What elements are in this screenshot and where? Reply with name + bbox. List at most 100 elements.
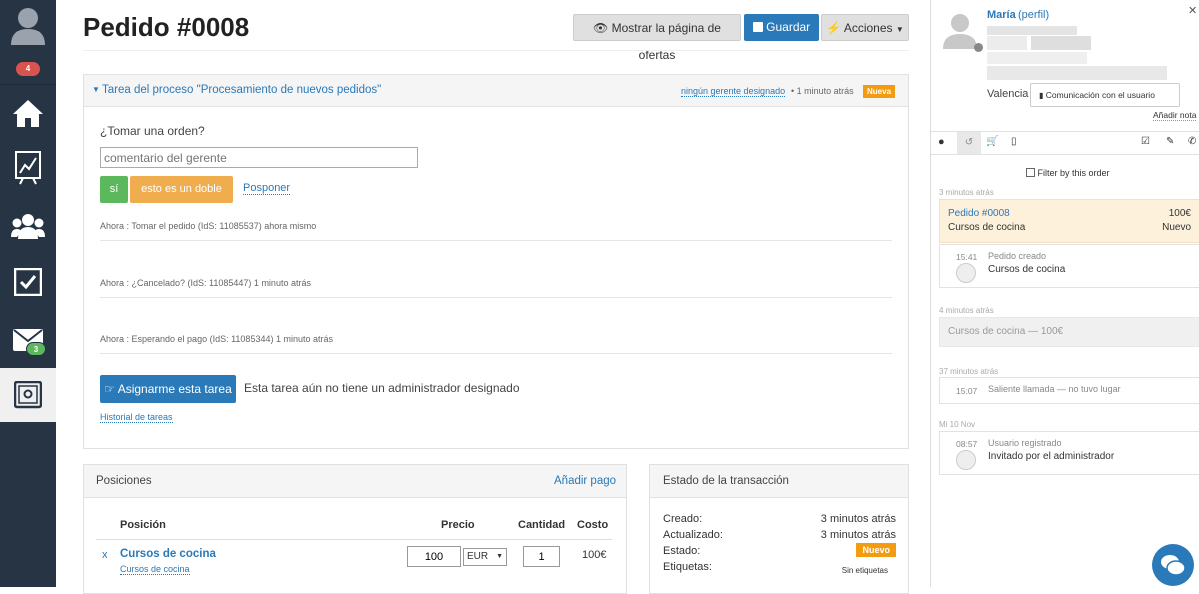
chat-button[interactable] bbox=[1152, 544, 1194, 586]
updated-value: 3 minutos atrás bbox=[820, 529, 896, 541]
task-panel: ▼ Tarea del proceso "Procesamiento de nu… bbox=[83, 74, 909, 449]
task-history-link[interactable]: Historial de tareas bbox=[100, 412, 173, 423]
timeline-event: 08:57 Usuario registrado Invitado por el… bbox=[939, 431, 1199, 475]
tab-history-icon[interactable]: ↺ bbox=[957, 132, 981, 154]
tab-call-icon[interactable]: ✆ bbox=[1188, 136, 1196, 147]
timeline-event: 15:07 Saliente llamada — no tuvo lugar bbox=[939, 377, 1199, 404]
save-button[interactable]: Guardar bbox=[744, 14, 819, 41]
col-quantity: Cantidad bbox=[518, 519, 566, 531]
price-input[interactable] bbox=[407, 546, 461, 567]
yes-button[interactable]: sí bbox=[100, 176, 128, 203]
col-cost: Costo bbox=[577, 519, 609, 531]
communication-button[interactable]: ▮ Comunicación con el usuario bbox=[1030, 83, 1180, 107]
item-cost: 100€ bbox=[582, 549, 607, 561]
notifications-badge[interactable]: 4 bbox=[16, 62, 40, 76]
quantity-input[interactable] bbox=[523, 546, 560, 567]
actions-dropdown[interactable]: ⚡ Acciones ▼ bbox=[821, 14, 909, 41]
tab-profile-icon[interactable]: ● bbox=[938, 136, 945, 148]
task-new-badge: Nueva bbox=[863, 85, 896, 98]
eye-icon: 👁 bbox=[593, 21, 609, 35]
tab-tasks-icon[interactable]: ☑ bbox=[1141, 136, 1150, 147]
tags-value[interactable]: Sin etiquetas bbox=[842, 566, 888, 575]
add-note-link[interactable]: Añadir nota bbox=[1153, 110, 1197, 121]
filter-order-checkbox[interactable]: Filter by this order bbox=[1026, 168, 1110, 178]
order-card-amount: 100€ bbox=[1168, 208, 1191, 219]
show-offers-button[interactable]: 👁 Mostrar la página de ofertas bbox=[573, 14, 741, 62]
customer-avatar[interactable] bbox=[940, 9, 980, 49]
status-badge[interactable]: Nuevo bbox=[856, 543, 896, 557]
hand-icon: ☞ bbox=[104, 382, 116, 396]
customer-panel: María (perfil) Valencia ▮ Comunicación c… bbox=[930, 0, 1199, 587]
transaction-title: Estado de la transacción bbox=[663, 475, 789, 487]
order-card-item: Cursos de cocina bbox=[948, 222, 1026, 233]
main-content: Pedido #0008 👁 Mostrar la página de ofer… bbox=[56, 0, 930, 594]
home-nav[interactable] bbox=[0, 84, 56, 140]
tab-phone-device-icon[interactable]: ▯ bbox=[1011, 136, 1017, 147]
close-icon[interactable]: ✕ bbox=[1188, 4, 1197, 17]
table-divider bbox=[96, 539, 612, 540]
currency-select[interactable]: EUR ▼ bbox=[463, 548, 507, 566]
task-panel-header: ▼ Tarea del proceso "Procesamiento de nu… bbox=[84, 75, 908, 107]
tab-cart-icon[interactable]: 🛒 bbox=[986, 136, 998, 147]
event-time: 08:57 bbox=[956, 439, 978, 449]
remove-item-button[interactable]: x bbox=[102, 549, 108, 561]
event-avatar-icon bbox=[956, 450, 976, 470]
status-dot bbox=[974, 43, 983, 52]
user-avatar-icon bbox=[11, 8, 45, 45]
event-time: 15:41 bbox=[956, 252, 978, 262]
item-name-link[interactable]: Cursos de cocina bbox=[120, 548, 216, 560]
col-position: Posición bbox=[120, 519, 166, 531]
event-subtitle: Cursos de cocina bbox=[988, 264, 1066, 275]
chat-bubbles-icon bbox=[1161, 555, 1186, 576]
history-item: Ahora : ¿Cancelado? (IdS: 11085447) 1 mi… bbox=[100, 278, 892, 298]
add-payment-link[interactable]: Añadir pago bbox=[554, 475, 616, 487]
transaction-header: Estado de la transacción bbox=[650, 465, 908, 498]
order-card-title[interactable]: Pedido #0008 bbox=[948, 208, 1010, 219]
manager-link[interactable]: ningún gerente designado bbox=[681, 86, 786, 97]
user-avatar[interactable] bbox=[0, 0, 56, 50]
customer-name[interactable]: María bbox=[987, 9, 1016, 21]
positions-title: Posiciones bbox=[96, 475, 152, 487]
duplicate-button[interactable]: esto es un doble bbox=[130, 176, 233, 203]
timeline-event: 15:41 Pedido creado Cursos de cocina bbox=[939, 244, 1199, 288]
caret-down-icon: ▼ bbox=[895, 25, 904, 34]
timeline-group-time: 4 minutos atrás bbox=[939, 306, 994, 315]
transaction-panel: Estado de la transacción Creado: 3 minut… bbox=[649, 464, 909, 594]
history-item: Ahora : Tomar el pedido (IdS: 11085537) … bbox=[100, 221, 892, 241]
collapse-caret-icon[interactable]: ▼ bbox=[92, 85, 100, 94]
created-label: Creado: bbox=[663, 513, 703, 525]
tab-edit-icon[interactable]: ✎ bbox=[1166, 136, 1174, 147]
item-sub-link[interactable]: Cursos de cocina bbox=[120, 564, 190, 575]
event-time: 15:07 bbox=[956, 386, 978, 396]
history-item: Ahora : Esperando el pago (IdS: 11085344… bbox=[100, 334, 892, 354]
previous-order-card[interactable]: Cursos de cocina — 100€ bbox=[939, 317, 1199, 347]
timeline-group-time: 37 minutos atrás bbox=[939, 367, 999, 376]
manager-comment-input[interactable] bbox=[100, 147, 418, 168]
positions-header: Posiciones Añadir pago bbox=[84, 465, 626, 498]
customer-city: Valencia bbox=[987, 88, 1029, 100]
take-order-question: ¿Tomar una orden? bbox=[100, 124, 205, 138]
assign-task-button[interactable]: ☞ Asignarme esta tarea bbox=[100, 375, 236, 403]
profile-link[interactable]: (perfil) bbox=[1018, 9, 1049, 21]
analytics-nav[interactable] bbox=[0, 140, 56, 196]
timeline-group-time: Mi 10 Nov bbox=[939, 420, 976, 429]
event-title: Usuario registrado bbox=[988, 438, 1062, 448]
store-nav-active[interactable] bbox=[0, 368, 56, 422]
messages-badge[interactable]: 3 bbox=[26, 342, 46, 356]
order-card[interactable]: Pedido #0008 100€ Cursos de cocina Nuevo bbox=[939, 199, 1199, 243]
updated-label: Actualizado: bbox=[663, 529, 723, 541]
task-title[interactable]: Tarea del proceso "Procesamiento de nuev… bbox=[102, 84, 381, 96]
customers-nav[interactable] bbox=[0, 198, 56, 254]
floppy-icon bbox=[752, 22, 763, 32]
user-silhouette-icon bbox=[940, 9, 980, 49]
event-subtitle: Invitado por el administrador bbox=[988, 451, 1115, 462]
created-value: 3 minutos atrás bbox=[820, 513, 896, 525]
comments-icon: ▮ bbox=[1039, 91, 1044, 100]
messages-nav[interactable] bbox=[0, 312, 56, 368]
event-title: Pedido creado bbox=[988, 251, 1047, 261]
tasks-nav[interactable] bbox=[0, 254, 56, 310]
tags-label: Etiquetas: bbox=[663, 561, 712, 573]
timeline-group-time: 3 minutos atrás bbox=[939, 188, 994, 197]
postpone-link[interactable]: Posponer bbox=[243, 182, 291, 195]
bolt-icon: ⚡ bbox=[826, 21, 842, 35]
